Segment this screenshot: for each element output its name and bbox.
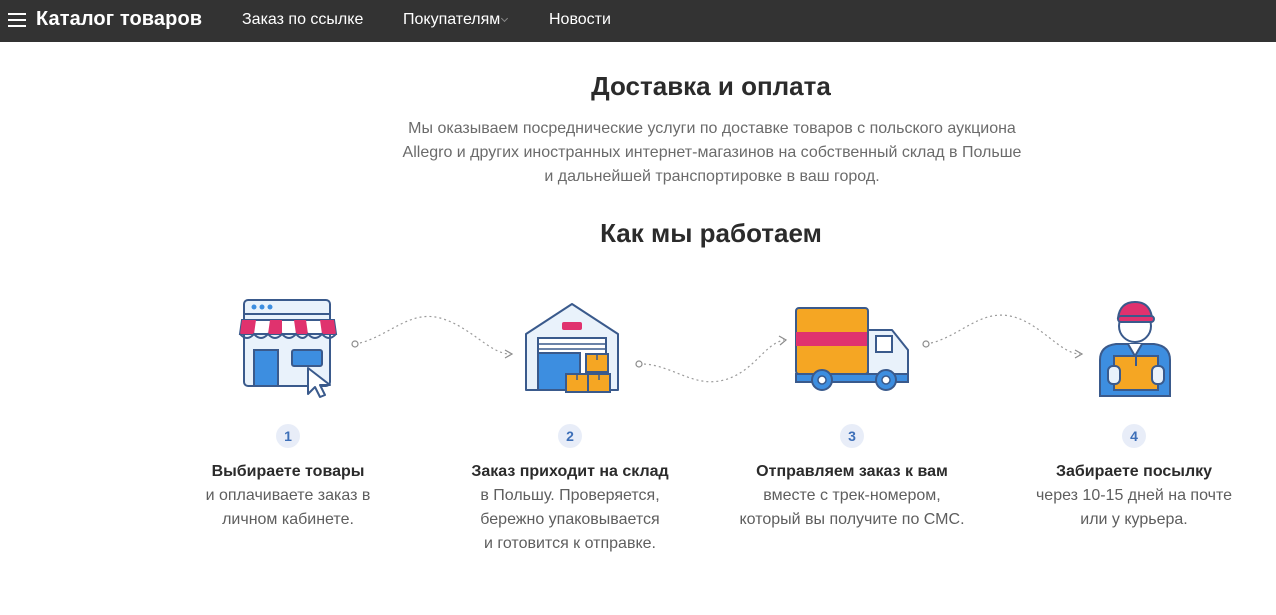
step-title: Заказ приходит на склад — [471, 463, 669, 480]
step-item: Отправляем заказ к вам вместе с трек-ном… — [722, 460, 982, 532]
nav-order-by-link[interactable]: Заказ по ссылке — [242, 11, 363, 29]
step-number: 4 — [1122, 424, 1146, 448]
nav-buyers[interactable]: Покупателям — [403, 11, 509, 29]
page-title: Доставка и оплата — [591, 71, 831, 101]
step-title: Выбираете товары — [211, 463, 365, 480]
step-number: 2 — [558, 424, 582, 448]
connector-arrow-icon — [922, 314, 1084, 359]
intro-line: и дальнейшей транспортировке в ваш город… — [544, 168, 880, 185]
menu-icon[interactable] — [8, 13, 26, 27]
step-number: 1 — [276, 424, 300, 448]
how-we-work-title: Как мы работаем — [600, 218, 822, 248]
step-title: Забираете посылку — [1055, 463, 1213, 480]
chevron-down-icon — [501, 14, 509, 23]
step-title: Отправляем заказ к вам — [756, 463, 948, 480]
connector-arrow-icon — [351, 315, 514, 359]
step-desc-line: и оплачиваете заказ в — [205, 487, 371, 504]
step-desc-line: личном кабинете. — [222, 511, 354, 528]
intro-line: Мы оказываем посреднические услуги по до… — [408, 120, 1016, 137]
top-navbar: Каталог товаров Заказ по ссылке Покупате… — [0, 0, 1276, 42]
brand-catalog-link[interactable]: Каталог товаров — [36, 8, 202, 31]
truck-icon — [795, 307, 909, 391]
step-desc-line: бережно упаковывается — [480, 511, 660, 528]
intro-text: Мы оказываем посреднические услуги по до… — [300, 117, 1124, 189]
step-desc-line: в Польшу. Проверяется, — [480, 487, 660, 504]
step-item: Выбираете товары и оплачиваете заказ в л… — [158, 460, 418, 532]
step-desc-line: через 10-15 дней на почте — [1035, 487, 1233, 504]
shop-icon — [238, 299, 338, 398]
nav-news[interactable]: Новости — [549, 11, 611, 29]
step-number: 3 — [840, 424, 864, 448]
step-item: Забираете посылку через 10-15 дней на по… — [1004, 460, 1264, 532]
step-desc-line: вместе с трек-номером, — [763, 487, 941, 504]
warehouse-icon — [525, 303, 619, 393]
step-desc-line: и готовится к отправке. — [484, 535, 656, 552]
step-desc-line: или у курьера. — [1080, 511, 1188, 528]
intro-line: Allegro и других иностранных интернет-ма… — [402, 144, 1022, 161]
nav-buyers-label: Покупателям — [403, 11, 501, 28]
step-item: Заказ приходит на склад в Польшу. Провер… — [440, 460, 700, 556]
connector-arrow-icon — [635, 335, 788, 383]
step-desc-line: который вы получите по СМС. — [739, 511, 965, 528]
courier-icon — [1099, 300, 1171, 397]
